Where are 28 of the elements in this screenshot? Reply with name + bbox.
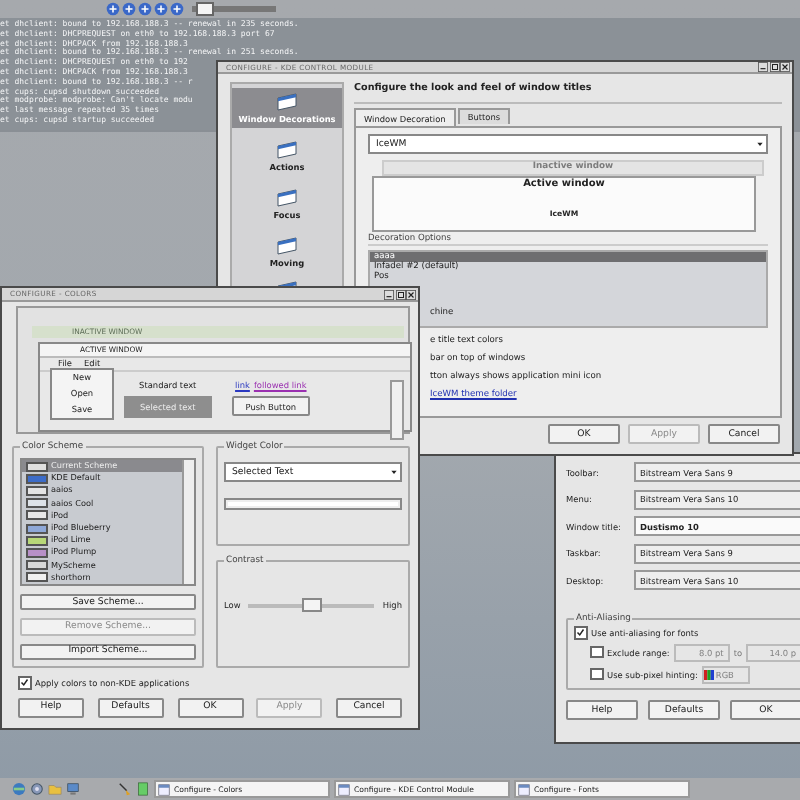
- checkbox[interactable]: [574, 626, 587, 639]
- window-icon: [275, 140, 299, 160]
- scrollbar[interactable]: [390, 380, 404, 440]
- window-icon: [518, 783, 530, 795]
- window-icon: [158, 783, 170, 795]
- checkbox[interactable]: [18, 676, 31, 689]
- caret-icon: [756, 140, 764, 148]
- computer-icon[interactable]: [66, 782, 80, 796]
- minimize-button[interactable]: [758, 62, 768, 72]
- slider-thumb[interactable]: [195, 2, 214, 16]
- maximize-button[interactable]: [769, 62, 779, 72]
- gear-icon[interactable]: [30, 782, 44, 796]
- close-button[interactable]: [406, 289, 416, 299]
- checkbox[interactable]: [590, 645, 603, 659]
- slider-thumb[interactable]: [301, 597, 322, 611]
- window-icon: [338, 783, 350, 795]
- brush-icon[interactable]: [118, 782, 132, 796]
- window-icon: [275, 188, 299, 208]
- maximize-button[interactable]: [395, 289, 405, 299]
- window-icon: [275, 92, 299, 112]
- color-button[interactable]: [224, 498, 402, 510]
- color-bars-icon: [703, 669, 714, 679]
- checkbox[interactable]: [590, 667, 603, 681]
- minimize-button[interactable]: [384, 289, 394, 299]
- close-button[interactable]: [780, 62, 790, 72]
- caret-icon: [390, 468, 398, 476]
- window-icon: [275, 236, 299, 256]
- scrollbar[interactable]: [182, 460, 194, 585]
